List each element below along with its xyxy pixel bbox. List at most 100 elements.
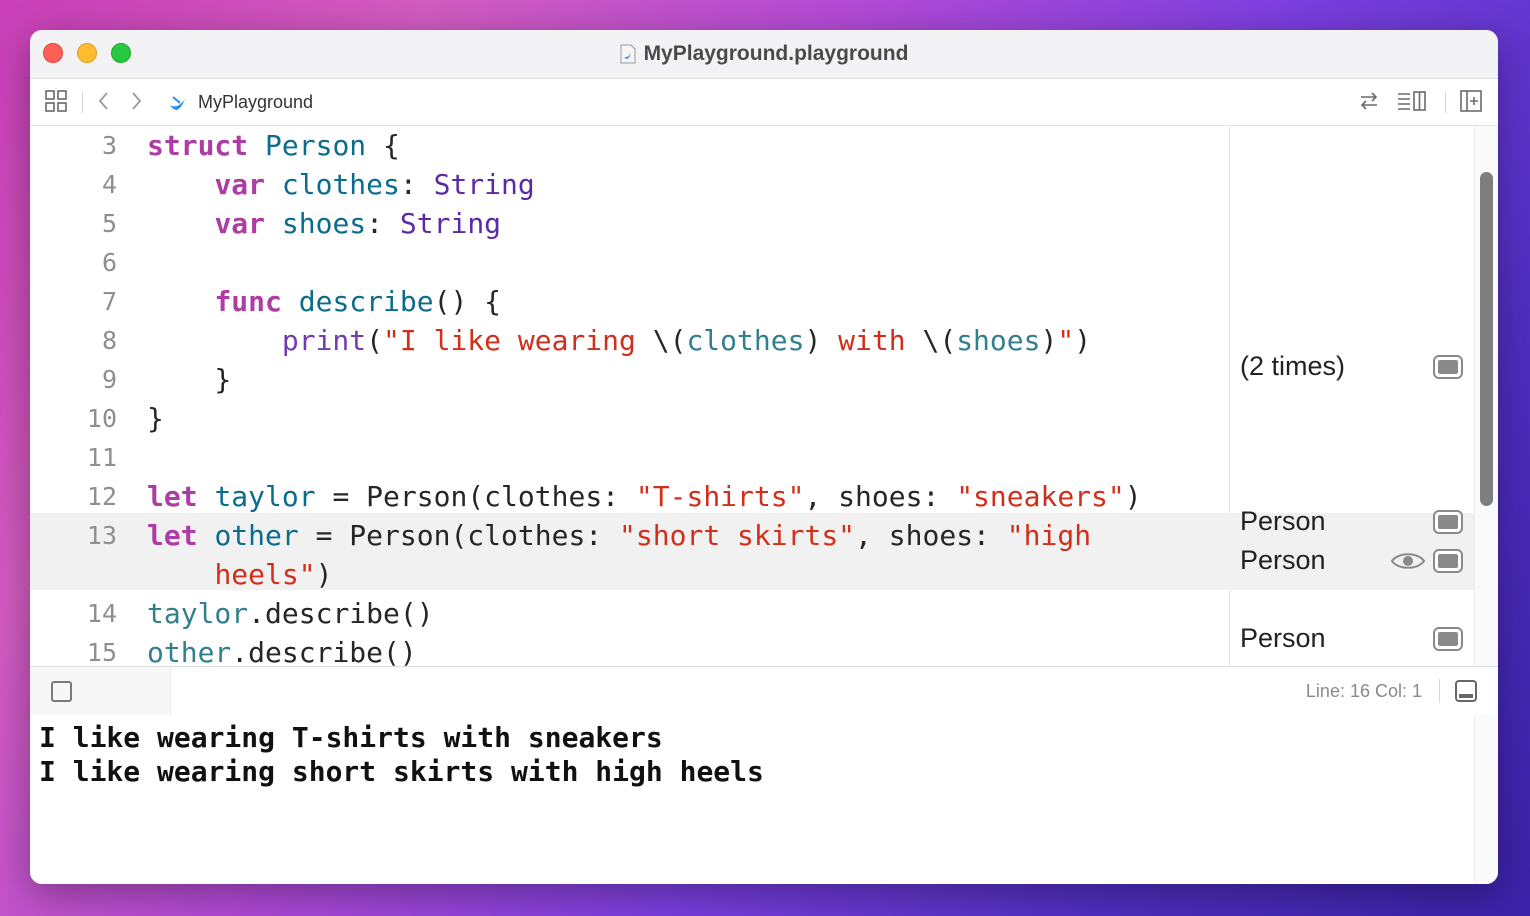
- code-token: struct: [147, 129, 249, 162]
- code-token: shoes: [281, 207, 367, 240]
- code-line[interactable]: var shoes: String: [147, 204, 501, 243]
- back-chevron-icon[interactable]: [94, 89, 114, 113]
- toolbar-divider: [1445, 91, 1446, 113]
- code-token: (: [366, 324, 384, 357]
- code-token: "I like wearing: [383, 324, 653, 357]
- line-number: 14: [86, 599, 117, 628]
- line-number: [30, 555, 117, 594]
- code-line[interactable]: }: [147, 360, 231, 399]
- code-token: taylor: [214, 480, 316, 513]
- code-token: }: [147, 402, 164, 435]
- quick-look-button[interactable]: [1433, 355, 1463, 379]
- status-divider: [1439, 679, 1440, 703]
- code-token: "sneakers": [956, 480, 1125, 513]
- code-token: String: [433, 168, 535, 201]
- code-line[interactable]: let taylor = Person(clothes: "T-shirts",…: [147, 477, 1142, 516]
- code-token: print: [281, 324, 367, 357]
- code-token: with: [821, 324, 923, 357]
- quick-look-button[interactable]: [1433, 549, 1463, 573]
- line-number: 8: [101, 326, 117, 355]
- code-editor[interactable]: 3 struct Person {4 var clothes: String 5 v…: [30, 126, 1498, 692]
- code-token: let: [147, 480, 198, 513]
- swap-arrows-icon[interactable]: [1357, 89, 1381, 113]
- quick-look-button[interactable]: [1433, 510, 1463, 534]
- line-number: 6: [101, 248, 117, 277]
- playground-window: MyPlayground.playground MyPlayground 3 s…: [30, 30, 1498, 884]
- line-number: 5: [101, 209, 117, 238]
- code-line[interactable]: }: [147, 399, 164, 438]
- console-output: I like wearing T-shirts with sneakers I …: [30, 715, 1498, 884]
- window-title-group: MyPlayground.playground: [30, 30, 1498, 78]
- code-token: "T-shirts": [635, 480, 805, 513]
- line-number: 3: [101, 131, 117, 160]
- code-token: {: [366, 129, 400, 162]
- code-line[interactable]: func describe() {: [147, 282, 501, 321]
- code-token: () {: [433, 285, 502, 318]
- run-stop-button[interactable]: [51, 681, 72, 702]
- code-token: ": [1057, 324, 1075, 357]
- add-editor-icon[interactable]: [1459, 89, 1483, 113]
- code-token: "high: [1006, 519, 1092, 552]
- cursor-position: Line: 16 Col: 1: [1305, 681, 1422, 701]
- code-token: ): [315, 558, 333, 591]
- code-token: = Person(clothes:: [298, 519, 620, 552]
- code-token: }: [147, 363, 232, 396]
- line-number: 13: [86, 521, 117, 550]
- code-line[interactable]: print("I like wearing \(clothes) with \(…: [147, 321, 1091, 360]
- breadcrumb[interactable]: MyPlayground: [168, 89, 313, 115]
- code-line[interactable]: heels"): [147, 555, 332, 594]
- code-token: , shoes:: [855, 519, 1007, 552]
- editor-options-icon[interactable]: [1396, 89, 1428, 113]
- breadcrumb-label: MyPlayground: [198, 91, 314, 112]
- result-line-8: (2 times): [1240, 351, 1346, 381]
- code-token: other: [214, 519, 299, 552]
- code-token: clothes: [281, 168, 400, 201]
- code-token: other: [147, 636, 232, 669]
- swift-icon: [170, 96, 185, 110]
- code-token: let: [147, 519, 198, 552]
- editor-scrollbar[interactable]: [1474, 126, 1498, 666]
- toolbar-divider: [82, 91, 83, 113]
- result-line-14: Person: [1240, 623, 1326, 653]
- code-token: Person: [265, 129, 367, 162]
- toolbar: MyPlayground: [30, 79, 1498, 126]
- code-token: var: [214, 207, 266, 240]
- console-scrollbar[interactable]: [1474, 715, 1498, 884]
- code-token: var: [214, 168, 266, 201]
- code-line[interactable]: let other = Person(clothes: "short skirt…: [147, 516, 1091, 555]
- code-token: taylor: [147, 597, 249, 630]
- line-number: 11: [86, 443, 117, 472]
- code-token: clothes: [686, 324, 805, 357]
- console-line: I like wearing short skirts with high he…: [39, 755, 764, 788]
- code-token: describe: [298, 285, 434, 318]
- quick-look-button[interactable]: [1433, 627, 1463, 651]
- forward-chevron-icon[interactable]: [126, 89, 146, 113]
- code-line[interactable]: taylor.describe(): [147, 594, 434, 633]
- code-line[interactable]: var clothes: String: [147, 165, 535, 204]
- result-line-15: Person: [1240, 658, 1326, 692]
- editor-scroll-thumb[interactable]: [1480, 172, 1493, 506]
- code-line[interactable]: struct Person {: [147, 126, 400, 165]
- console-line: I like wearing T-shirts with sneakers: [39, 721, 663, 754]
- eye-icon[interactable]: [1390, 549, 1426, 573]
- code-token: "short skirts": [619, 519, 856, 552]
- code-token: , shoes:: [804, 480, 957, 513]
- result-line-12: Person: [1240, 506, 1326, 536]
- line-number: 4: [101, 170, 117, 199]
- code-token: = Person(clothes:: [315, 480, 636, 513]
- navigator-grid-icon[interactable]: [44, 89, 68, 113]
- line-number: 7: [101, 287, 117, 316]
- code-token: :: [366, 207, 400, 240]
- debug-bar: Line: 16 Col: 1: [30, 666, 1498, 716]
- toggle-console-button[interactable]: [1455, 680, 1477, 702]
- code-token: func: [214, 285, 282, 318]
